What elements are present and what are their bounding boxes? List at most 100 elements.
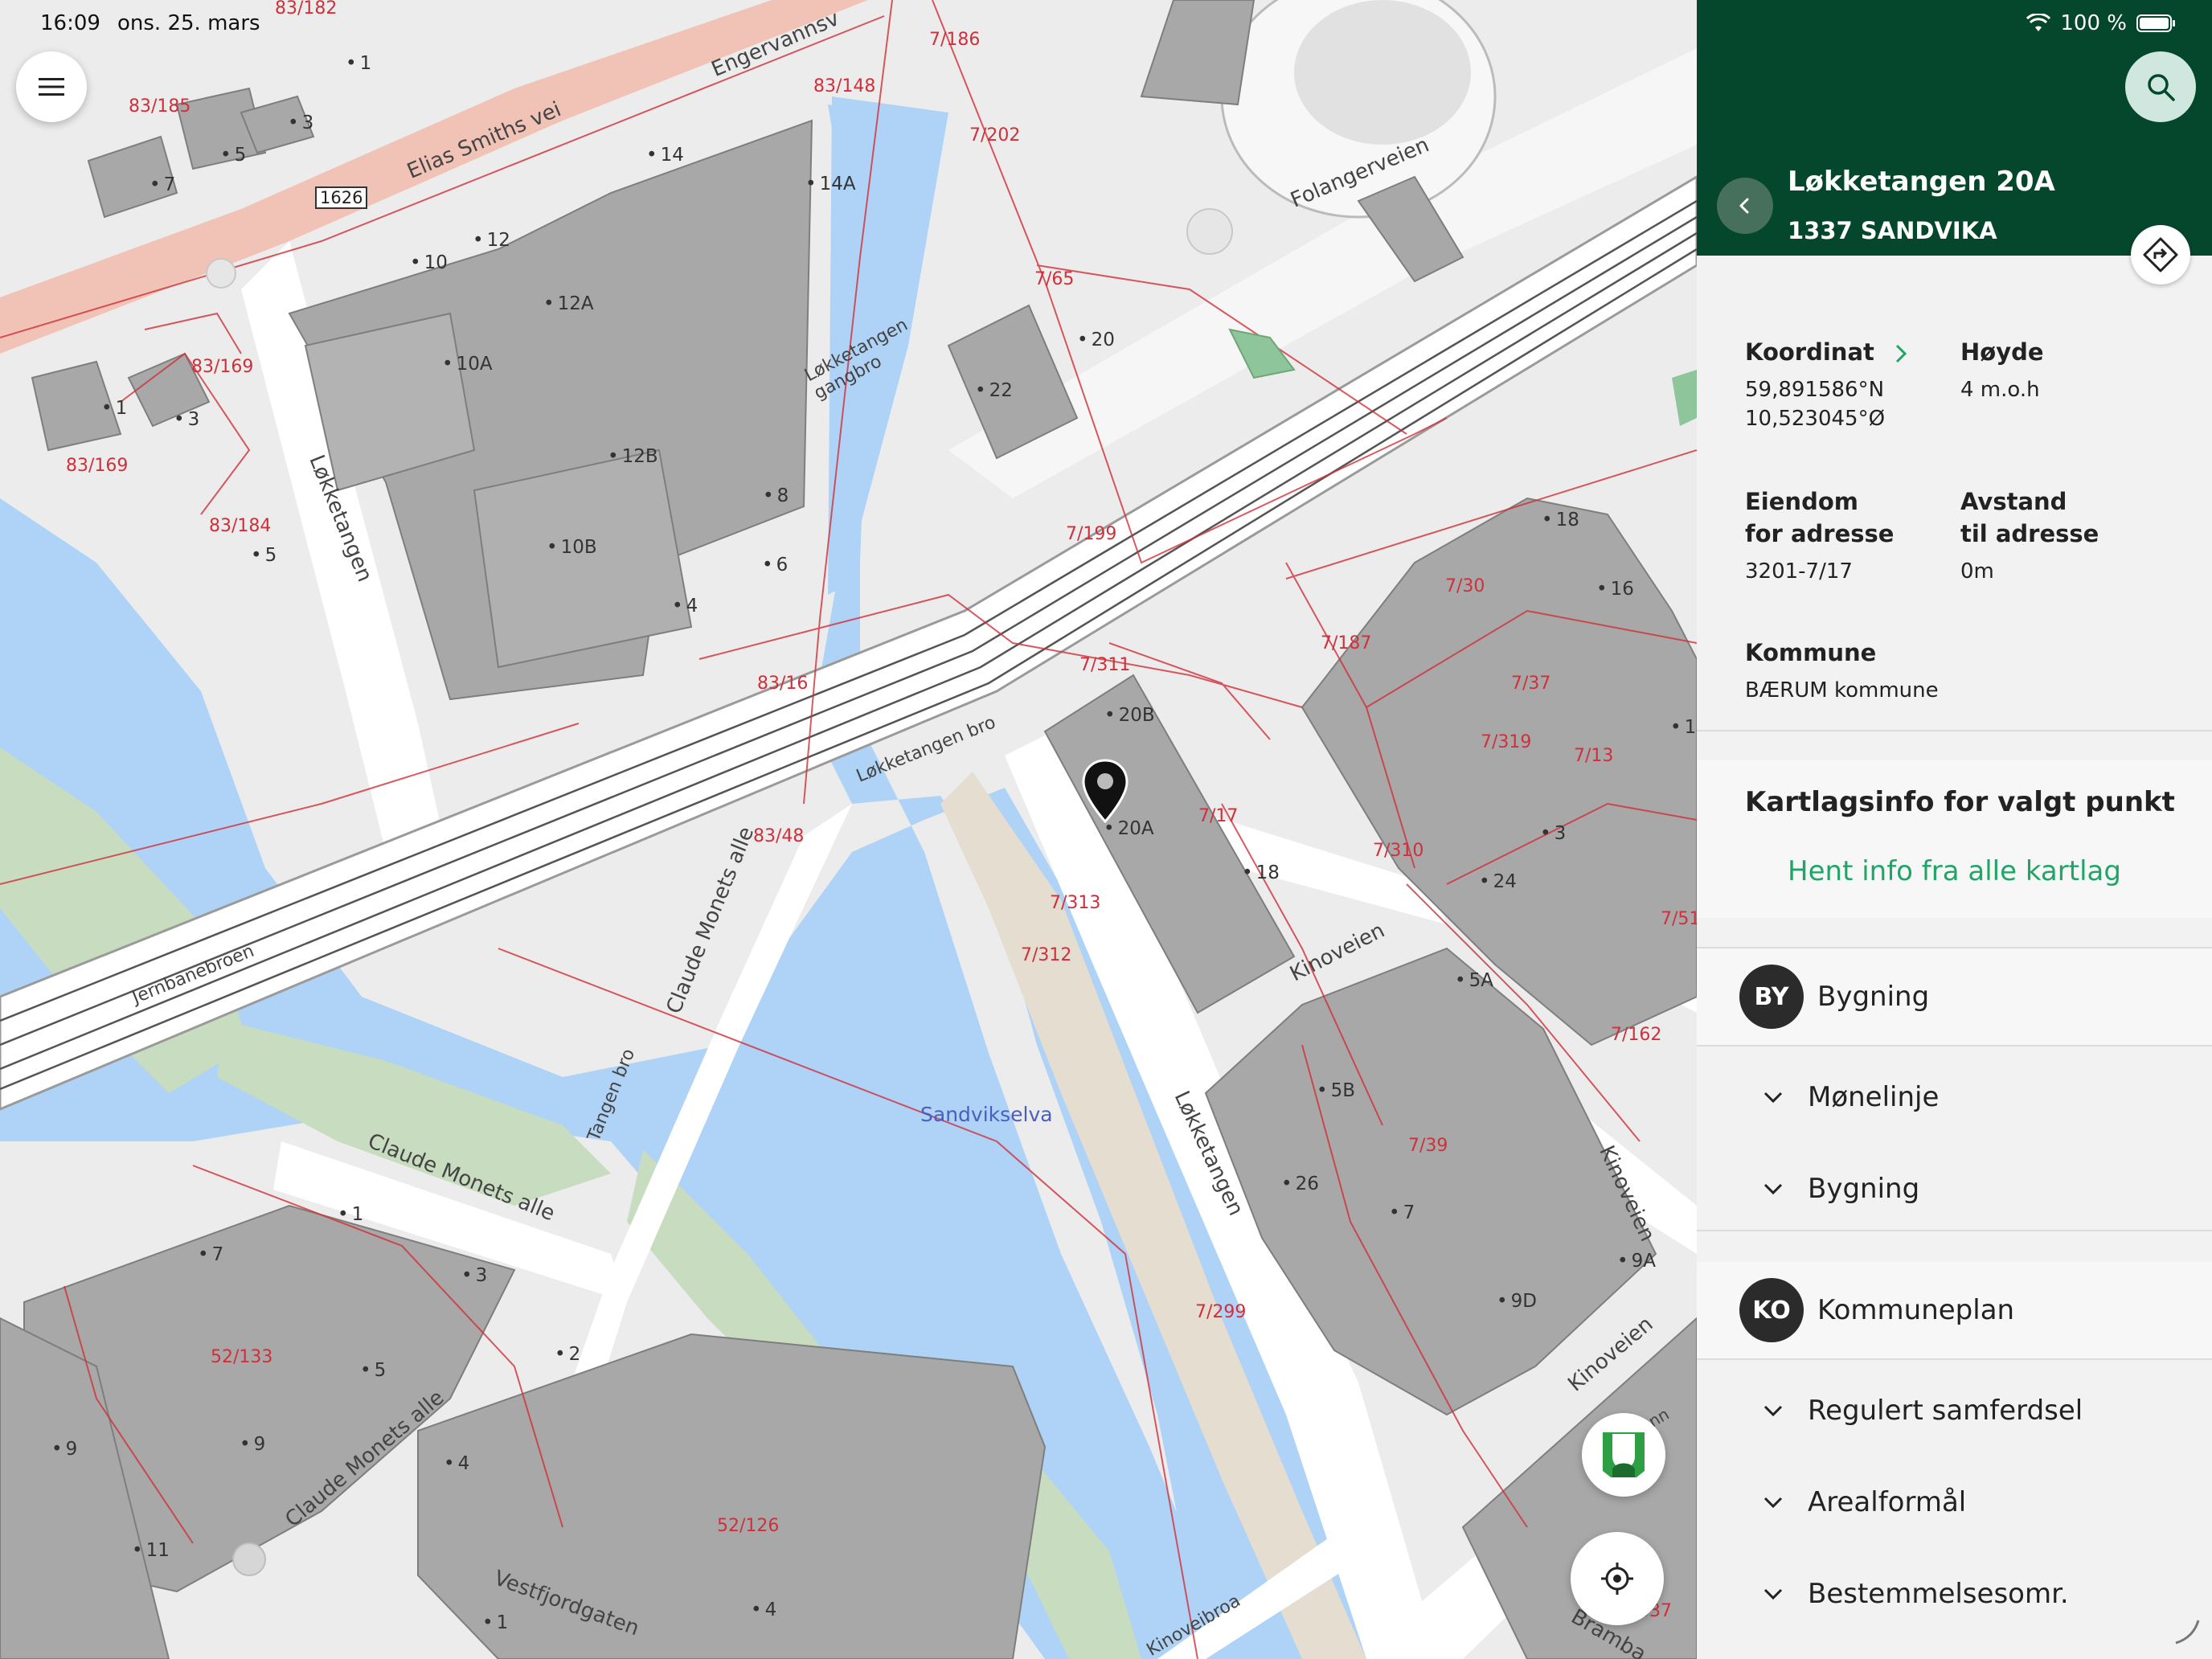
chevron-down-icon [1763,1497,1783,1509]
layer-item-label: Regulert samferdsel [1808,1395,2083,1427]
layer-item-monelinje[interactable]: Mønelinje [1761,1069,1939,1125]
parcel-label: 83/48 [753,826,805,846]
layer-item-label: Mønelinje [1808,1081,1940,1113]
address-number: 14 [646,145,684,166]
panel-header: 100 % Løkketangen 20A 1337 SANDVIKA [1697,0,2212,285]
hoyde-label: Høyde [1960,338,2044,366]
map-layer-icon [1603,1432,1645,1477]
divider [1697,1230,2212,1231]
divider [1697,1358,2212,1360]
parcel-label: 83/16 [757,674,809,694]
kartlag-card: Kartlagsinfo for valgt punkt Hent info f… [1697,760,2212,918]
parcel-label: 7/313 [1050,893,1101,913]
parcel-label: 7/65 [1034,269,1075,289]
layer-item-bygning[interactable]: Bygning [1761,1161,1919,1217]
parcel-label: 7/319 [1481,732,1532,752]
address-number: 14A [805,174,856,195]
address-number: 12A [543,293,594,314]
layer-item-bestemmelsesomr[interactable]: Bestemmelsesomr. [1761,1566,2069,1622]
parcel-label: 7/312 [1021,945,1072,965]
parcel-label: 7/186 [929,30,981,50]
layer-item-label: Arealformål [1808,1486,1967,1518]
map-layers-button[interactable] [1582,1413,1665,1497]
address-number: 18 [1242,862,1280,883]
koordinat-label: Koordinat [1745,338,1874,366]
address-number: 9 [240,1434,266,1455]
search-button[interactable] [2125,51,2196,122]
kartlag-title: Kartlagsinfo for valgt punkt [1745,786,2175,818]
parcel-label: 7/299 [1195,1302,1247,1322]
address-number: 8 [763,485,789,506]
location-pin-icon[interactable] [1081,759,1129,824]
parcel-label: 83/148 [813,76,876,96]
avstand-value: 0m [1960,559,1994,584]
menu-button[interactable] [16,51,87,122]
resize-handle-icon[interactable] [2171,1616,2203,1648]
back-button[interactable] [1717,178,1773,234]
address-number: 3 [288,113,314,133]
koordinat-link[interactable]: Koordinat [1745,336,1910,368]
address-number: 9A [1617,1251,1656,1272]
address-number: 20B [1104,705,1155,726]
address-number: 1 [346,53,372,74]
chevron-left-icon [1739,198,1749,214]
battery-icon [2136,14,2175,32]
parcel-label: 7/311 [1079,655,1131,675]
hamburger-icon [39,78,64,96]
address-number: 26 [1281,1174,1319,1194]
parcel-label: 7/187 [1321,633,1372,653]
address-number: 16 [1596,579,1634,600]
map-canvas[interactable] [0,0,1697,1659]
kommune-label: Kommune [1745,639,1877,666]
map-view[interactable]: Elias Smiths vei Engervannsv Folangervei… [0,0,1697,1659]
directions-button[interactable] [2131,225,2190,285]
address-number: 2 [555,1344,581,1365]
address-number: 12B [608,446,658,467]
address-number: 3 [174,409,200,430]
locate-me-button[interactable] [1571,1532,1664,1625]
search-icon [2148,74,2175,101]
layer-badge: BY [1739,965,1804,1029]
address-number: 4 [672,596,698,616]
address-number: 1 [338,1204,364,1225]
address-number: 5 [220,145,247,166]
address-number: 7 [1389,1202,1415,1223]
chevron-down-icon [1763,1092,1783,1104]
address-number: 5B [1317,1080,1355,1101]
address-number: 3 [1540,823,1567,844]
info-panel: 100 % Løkketangen 20A 1337 SANDVIKA Koor… [1697,0,2212,1659]
address-number: 10 [410,252,448,273]
koordinat-lon: 10,523045°Ø [1745,407,1886,431]
parcel-label: 7/199 [1066,524,1117,544]
layer-item-label: Bygning [1808,1173,1920,1205]
parcel-label: 7/51 [1661,909,1697,929]
postal-area: 1337 SANDVIKA [1788,217,1997,244]
chevron-down-icon [1763,1588,1783,1600]
address-number: 9D [1497,1291,1537,1312]
layer-item-label: Bestemmelsesomr. [1808,1578,2069,1610]
address-number: 4 [444,1453,470,1474]
parcel-label: 83/182 [275,0,338,18]
battery-percent: 100 % [2060,11,2127,35]
layer-group-label: Bygning [1817,981,1930,1013]
parcel-label: 7/162 [1611,1025,1662,1045]
hoyde-value: 4 m.o.h [1960,378,2040,402]
chevron-right-icon [1895,344,1907,363]
eiendom-label-1: Eiendom [1745,488,1858,515]
kommune-value: BÆRUM kommune [1745,678,1939,703]
wifi-icon [2026,14,2051,31]
eiendom-value: 3201-7/17 [1745,559,1853,584]
parcel-label: 83/169 [191,357,254,377]
parcel-label: 83/185 [129,96,191,117]
layer-group-kommuneplan[interactable]: KO Kommuneplan [1697,1262,2212,1358]
layer-group-bygning[interactable]: BY Bygning [1697,948,2212,1045]
parcel-label: 7/202 [969,125,1021,145]
layer-item-arealformal[interactable]: Arealformål [1761,1474,1966,1530]
address-number: 5 [251,545,277,566]
layer-item-regulert-samferdsel[interactable]: Regulert samferdsel [1761,1382,2083,1439]
address-number: 20 [1077,330,1115,350]
address-number: 9 [51,1439,78,1460]
fetch-all-layers-link[interactable]: Hent info fra alle kartlag [1697,855,2212,887]
address-number: 22 [975,380,1013,401]
address-number: 11 [132,1540,170,1561]
